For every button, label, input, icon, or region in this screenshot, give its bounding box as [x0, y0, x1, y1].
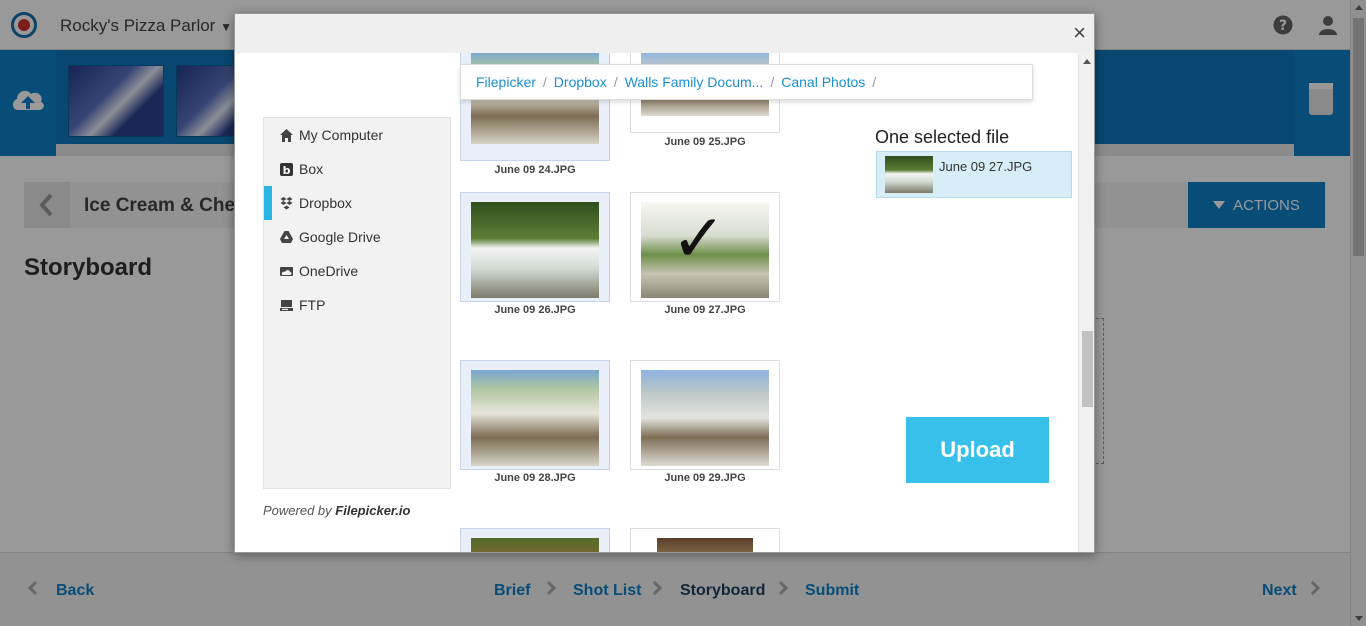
scroll-thumb[interactable] [1082, 331, 1093, 407]
file-name: June 09 27.JPG [664, 304, 746, 316]
file-name: June 09 26.JPG [494, 304, 576, 316]
checkmark-icon: ✓ [671, 201, 727, 275]
upload-button[interactable]: Upload [906, 417, 1049, 483]
powered-by: Powered by Filepicker.io [263, 503, 410, 518]
file-tile[interactable] [460, 360, 610, 470]
file-tile-selected[interactable]: ✓ [630, 192, 780, 302]
source-label: Dropbox [299, 195, 352, 211]
file-name: June 09 29.JPG [664, 472, 746, 484]
file-tile[interactable] [630, 360, 780, 470]
ftp-icon [280, 299, 293, 311]
source-label: Google Drive [299, 229, 381, 245]
selected-files-heading: One selected file [875, 127, 1010, 147]
dialog-header: × [235, 14, 1094, 53]
file-grid: June 09 24.JPG June 09 25.JPG June 09 26… [460, 53, 852, 552]
powered-brand[interactable]: Filepicker.io [335, 503, 410, 518]
source-ftp[interactable]: FTP [264, 288, 450, 322]
source-box[interactable]: b Box [264, 152, 450, 186]
breadcrumb-item[interactable]: Dropbox [554, 74, 607, 90]
source-label: Box [299, 161, 324, 177]
source-label: My Computer [299, 127, 384, 143]
breadcrumb: Filepicker / Dropbox / Walls Family Docum.… [460, 64, 1033, 100]
file-name: June 09 25.JPG [664, 136, 746, 148]
source-my-computer[interactable]: My Computer [264, 118, 450, 152]
source-google-drive[interactable]: Google Drive [264, 220, 450, 254]
dropbox-icon [280, 196, 293, 209]
breadcrumb-item[interactable]: Walls Family Docum... [625, 74, 764, 90]
source-onedrive[interactable]: OneDrive [264, 254, 450, 288]
file-name: June 09 28.JPG [494, 472, 576, 484]
file-tile[interactable] [460, 192, 610, 302]
source-list: My Computer b Box Dropbox Google Drive O… [263, 117, 451, 489]
google-drive-icon [280, 230, 293, 243]
file-tile[interactable] [630, 528, 780, 552]
scroll-up-icon[interactable] [1083, 59, 1091, 64]
file-name: June 09 24.JPG [494, 164, 576, 176]
photo-thumbnail [641, 370, 769, 466]
home-icon [280, 128, 293, 142]
photo-thumbnail [471, 538, 599, 552]
photo-thumbnail [885, 156, 933, 193]
source-dropbox[interactable]: Dropbox [264, 186, 450, 220]
photo-thumbnail [471, 370, 599, 466]
onedrive-icon [280, 266, 293, 276]
selected-file-name: June 09 27.JPG [939, 159, 1033, 174]
breadcrumb-item[interactable]: Canal Photos [781, 74, 865, 90]
svg-text:b: b [283, 164, 291, 176]
source-label: FTP [299, 297, 326, 313]
source-label: OneDrive [299, 263, 359, 279]
close-icon[interactable]: × [1073, 22, 1086, 44]
photo-thumbnail [471, 202, 599, 298]
breadcrumb-item[interactable]: Filepicker [476, 74, 536, 90]
file-grid-scrollbar[interactable] [1078, 53, 1094, 552]
box-icon: b [280, 162, 293, 176]
powered-prefix: Powered by [263, 503, 332, 518]
selected-file-item[interactable]: June 09 27.JPG [876, 151, 1072, 198]
file-tile[interactable] [460, 528, 610, 552]
photo-thumbnail [657, 538, 753, 552]
file-picker-dialog: × Filepicker / Dropbox / Walls Family Docu… [234, 13, 1095, 553]
